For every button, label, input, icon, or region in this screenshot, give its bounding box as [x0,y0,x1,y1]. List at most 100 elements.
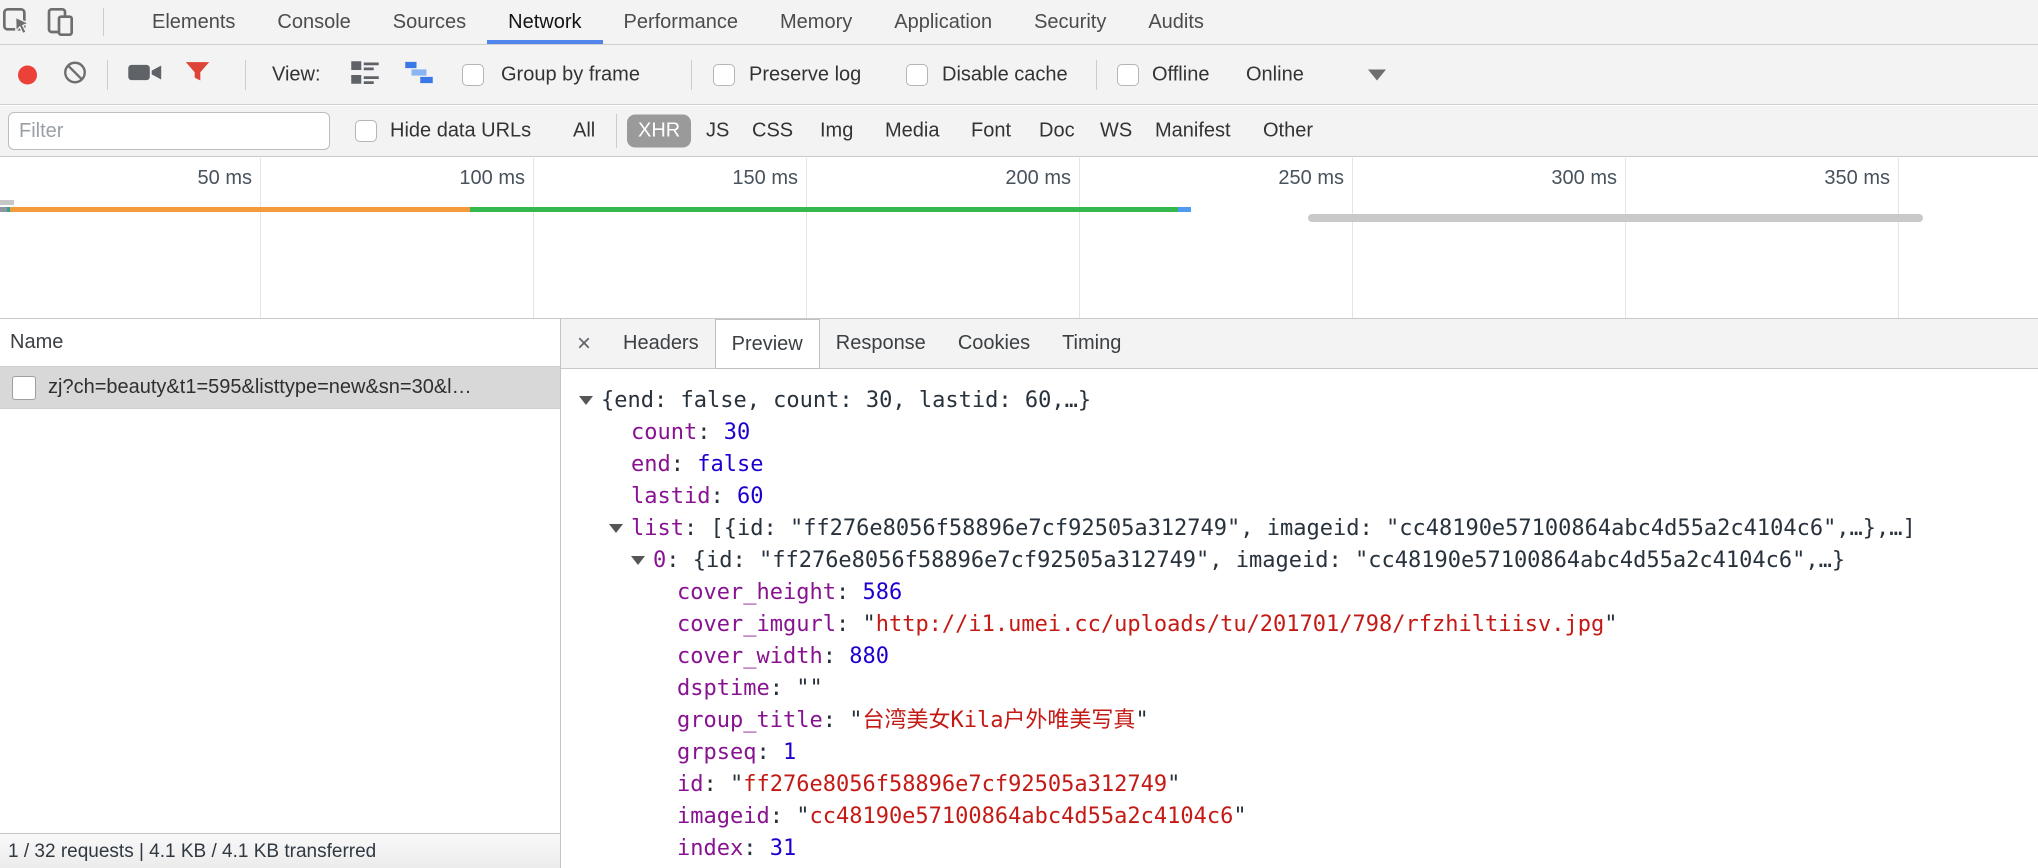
type-filter-ws[interactable]: WS [1100,120,1132,143]
json-tree-line[interactable]: id: "ff276e8056f58896e7cf92505a312749" [561,769,2038,801]
json-token-quote: " [1233,804,1246,829]
close-detail-icon[interactable]: × [561,319,607,368]
tab-audits[interactable]: Audits [1127,0,1225,44]
tab-application[interactable]: Application [873,0,1013,44]
json-tree-line[interactable]: imageid: "cc48190e57100864abc4d55a2c4104… [561,801,2038,833]
detail-tab-preview[interactable]: Preview [715,319,820,369]
json-tree-line[interactable]: cover_imgurl: "http://i1.umei.cc/uploads… [561,609,2038,641]
clear-icon[interactable] [62,59,88,90]
disclosure-triangle-icon[interactable] [609,524,623,533]
type-filter-all[interactable]: All [573,120,595,143]
hide-data-urls-checkbox[interactable] [355,120,377,142]
throttling-select[interactable]: Online [1246,63,1304,86]
detail-tab-response[interactable]: Response [820,319,942,368]
json-tree-line[interactable]: group_title: "台湾美女Kila户外唯美写真" [561,705,2038,737]
overview-waterfall-icon[interactable] [404,59,434,90]
throttling-dropdown-arrow-icon[interactable] [1368,69,1386,80]
ruler-gridline [806,158,807,318]
type-filter-img[interactable]: Img [820,120,853,143]
json-token-str: ff276e8056f58896e7cf92505a312749 [743,772,1167,797]
view-label: View: [272,63,321,86]
tab-security[interactable]: Security [1013,0,1127,44]
summary-status-bar: 1 / 32 requests | 4.1 KB / 4.1 KB transf… [0,833,560,868]
disclosure-triangle-icon[interactable] [579,396,593,405]
json-token-quote: " [849,708,862,733]
detail-tab-headers[interactable]: Headers [607,319,715,368]
request-detail-pane: × HeadersPreviewResponseCookiesTiming {e… [561,319,2038,868]
device-toolbar-icon[interactable] [44,5,78,39]
json-tree-line[interactable]: 0: {id: "ff276e8056f58896e7cf92505a31274… [561,545,2038,577]
json-tree-line[interactable]: count: 30 [561,417,2038,449]
json-tree-line[interactable]: index: 31 [561,833,2038,865]
overview-request-bar [0,200,14,205]
json-token-plain: : [836,580,863,605]
json-token-quote: " [1604,612,1617,637]
screenshot-camera-icon[interactable] [127,59,165,90]
tab-network[interactable]: Network [487,0,602,44]
ruler-gridline [260,158,261,318]
type-filter-media[interactable]: Media [885,120,939,143]
json-token-num: false [697,452,763,477]
filter-funnel-icon[interactable] [184,59,211,90]
timeline-overview[interactable]: 50 ms100 ms150 ms200 ms250 ms300 ms350 m… [0,158,2038,318]
type-filter-css[interactable]: CSS [752,120,793,143]
json-tree-line[interactable]: cover_width: 880 [561,641,2038,673]
detail-tab-timing[interactable]: Timing [1046,319,1137,368]
type-filter-manifest[interactable]: Manifest [1155,120,1231,143]
type-filter-js[interactable]: JS [706,120,729,143]
json-tree-line[interactable]: list: [{id: "ff276e8056f58896e7cf92505a3… [561,513,2038,545]
tabbar-separator [103,8,104,36]
tab-elements[interactable]: Elements [131,0,256,44]
name-column-header[interactable]: Name [0,319,560,367]
record-button[interactable] [18,65,37,84]
json-tree-line[interactable]: end: false [561,449,2038,481]
group-by-frame-checkbox[interactable] [462,64,484,86]
json-token-num: 31 [770,836,797,861]
type-filter-xhr[interactable]: XHR [627,115,691,148]
json-tree-line[interactable]: lastid: 60 [561,481,2038,513]
disable-cache-checkbox[interactable] [906,64,928,86]
json-token-key: id [677,772,704,797]
ruler-tick-label: 300 ms [1419,167,1617,191]
preserve-log-checkbox[interactable] [713,64,735,86]
offline-checkbox[interactable] [1117,64,1139,86]
request-rows: zj?ch=beauty&t1=595&listtype=new&sn=30&l… [0,367,560,409]
network-toolbar: View: Group by frame [0,45,2038,105]
tab-sources[interactable]: Sources [372,0,487,44]
detail-tab-cookies[interactable]: Cookies [942,319,1046,368]
table-row[interactable]: zj?ch=beauty&t1=595&listtype=new&sn=30&l… [0,367,560,409]
list-view-icon[interactable] [350,59,380,90]
type-filter-font[interactable]: Font [971,120,1011,143]
devtools-tab-strip: ElementsConsoleSourcesNetworkPerformance… [0,0,2038,45]
json-tree-line[interactable]: grpseq: 1 [561,737,2038,769]
ruler-tick-label: 50 ms [54,167,252,191]
filter-input[interactable] [8,112,330,150]
tab-memory[interactable]: Memory [759,0,873,44]
json-token-quote: " [730,772,743,797]
preserve-log-label[interactable]: Preserve log [749,63,861,86]
toolbar-separator-2 [245,60,246,90]
json-tree-line[interactable]: {end: false, count: 30, lastid: 60,…} [561,385,2038,417]
json-token-key: dsptime [677,676,770,701]
hide-data-urls-label[interactable]: Hide data URLs [390,120,531,143]
group-by-frame-label[interactable]: Group by frame [501,63,640,86]
tab-console[interactable]: Console [256,0,371,44]
json-token-key: cover_imgurl [677,612,836,637]
inspect-element-icon[interactable] [0,5,34,39]
json-token-quote: " [862,612,875,637]
disclosure-triangle-icon[interactable] [631,556,645,565]
json-token-key: count [631,420,697,445]
json-tree-line[interactable]: cover_height: 586 [561,577,2038,609]
offline-label[interactable]: Offline [1152,63,1209,86]
filterbar-separator [616,114,617,148]
tab-performance[interactable]: Performance [603,0,760,44]
json-tree-line[interactable]: dsptime: "" [561,673,2038,705]
detail-tab-strip: × HeadersPreviewResponseCookiesTiming [561,319,2038,369]
type-filter-other[interactable]: Other [1263,120,1313,143]
disable-cache-label[interactable]: Disable cache [942,63,1068,86]
type-filter-doc[interactable]: Doc [1039,120,1075,143]
panel-tabs: ElementsConsoleSourcesNetworkPerformance… [131,0,1225,44]
json-token-num: 1 [783,740,796,765]
json-token-plain: : [{id: "ff276e8056f58896e7cf92505a31274… [684,516,1916,541]
json-token-plain: : [770,804,797,829]
